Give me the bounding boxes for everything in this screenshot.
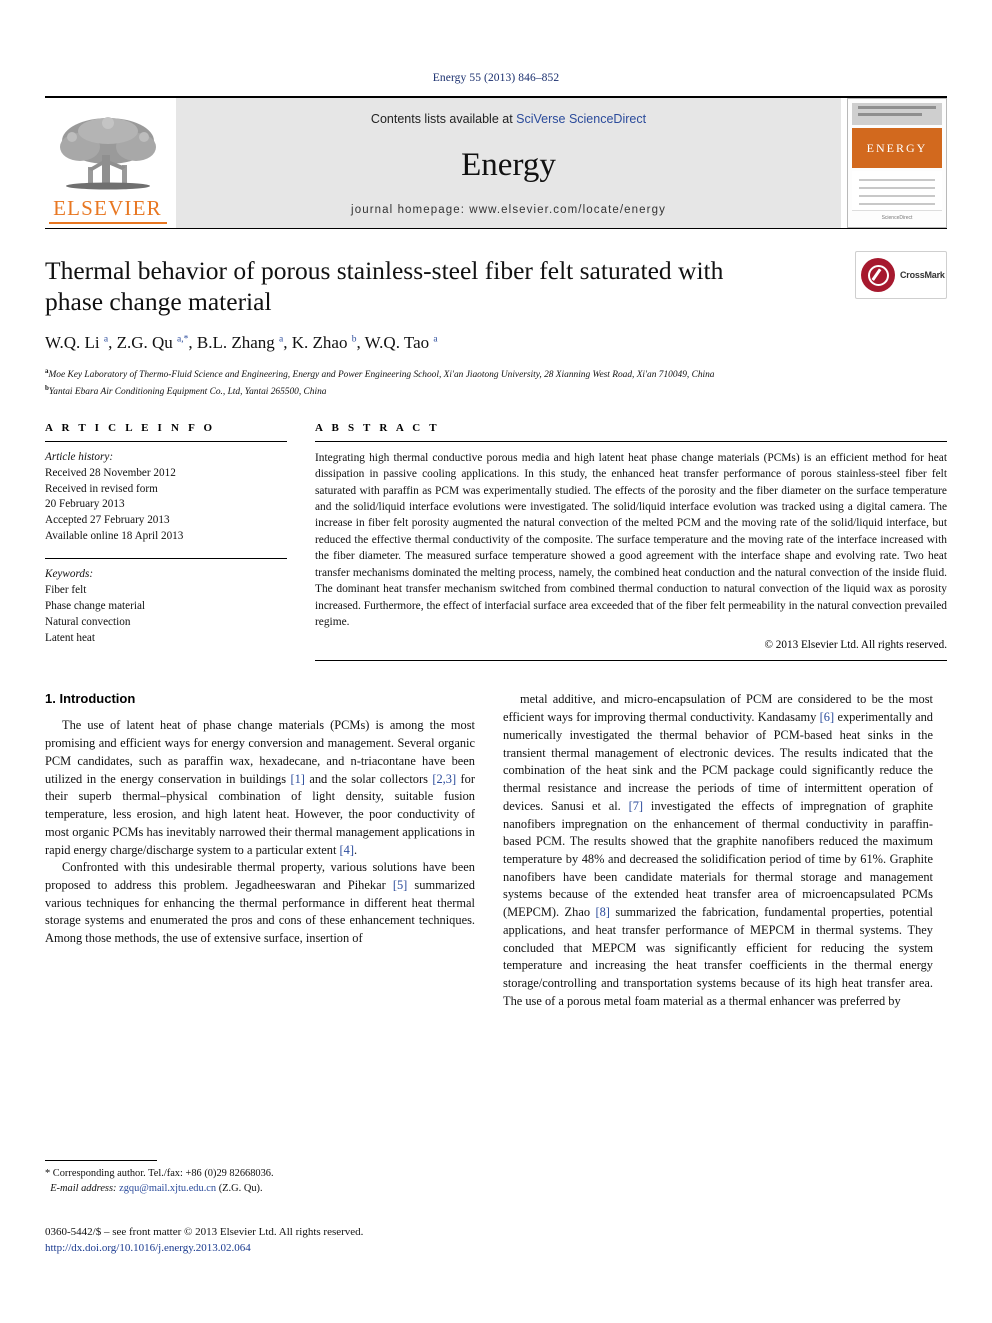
email-suffix: (Z.G. Qu). xyxy=(218,1183,263,1195)
keyword-item: Fiber felt xyxy=(45,584,87,597)
keywords-block: Keywords: Fiber felt Phase change materi… xyxy=(45,558,287,647)
history-item: Available online 18 April 2013 xyxy=(45,530,184,543)
sciencedirect-link[interactable]: SciVerse ScienceDirect xyxy=(516,112,646,126)
cover-image-area xyxy=(851,171,943,210)
journal-masthead: ELSEVIER Contents lists available at Sci… xyxy=(45,96,947,228)
keyword-item: Natural convection xyxy=(45,615,131,628)
elsevier-underline xyxy=(48,222,167,224)
article-history: Article history: Received 28 November 20… xyxy=(45,450,287,545)
affiliation-a: aMoe Key Laboratory of Thermo-Fluid Scie… xyxy=(45,367,715,381)
body-column-left: 1. Introduction The use of latent heat o… xyxy=(45,691,475,1010)
info-abstract-section: A R T I C L E I N F O Article history: R… xyxy=(45,422,947,662)
author-list: W.Q. Li a, Z.G. Qu a,*, B.L. Zhang a, K.… xyxy=(45,333,438,353)
journal-cover-thumbnail: ENERGY ScienceDirect xyxy=(847,98,947,228)
paper-page: Energy 55 (2013) 846–852 ELSEVIER Conten… xyxy=(0,0,992,1323)
body-column-right: metal additive, and micro-encapsulation … xyxy=(503,691,933,1010)
email-link[interactable]: zgqu@mail.xjtu.edu.cn xyxy=(119,1183,216,1194)
cover-footer: ScienceDirect xyxy=(851,210,943,224)
journal-band: Contents lists available at SciVerse Sci… xyxy=(176,98,841,228)
body-columns: 1. Introduction The use of latent heat o… xyxy=(45,691,947,1010)
keyword-item: Latent heat xyxy=(45,631,96,644)
article-history-label: Article history: xyxy=(45,450,114,463)
citation-ref[interactable]: [7] xyxy=(629,799,643,813)
keyword-item: Phase change material xyxy=(45,599,146,612)
citation-ref[interactable]: [5] xyxy=(393,878,407,892)
corresponding-author-note: * Corresponding author. Tel./fax: +86 (0… xyxy=(45,1168,274,1179)
affiliation-a-text: Moe Key Laboratory of Thermo-Fluid Scien… xyxy=(48,370,715,381)
page-title: Thermal behavior of porous stainless-ste… xyxy=(45,256,724,317)
paragraph: metal additive, and micro-encapsulation … xyxy=(503,692,934,1008)
abstract-rule: Integrating high thermal conductive poro… xyxy=(315,440,948,652)
citation-ref[interactable]: [1] xyxy=(290,772,304,786)
history-item: Received 28 November 2012 xyxy=(45,466,176,479)
doi-link[interactable]: http://dx.doi.org/10.1016/j.energy.2013.… xyxy=(45,1241,565,1257)
abstract-heading: A B S T R A C T xyxy=(315,421,440,434)
section-title-introduction: 1. Introduction xyxy=(45,691,136,707)
journal-title: Energy xyxy=(461,146,556,183)
running-head: Energy 55 (2013) 846–852 xyxy=(432,72,560,84)
footnote-rule xyxy=(45,1160,157,1161)
abstract-copyright: © 2013 Elsevier Ltd. All rights reserved… xyxy=(764,639,948,652)
affiliation-b-text: Yantai Ebara Air Conditioning Equipment … xyxy=(48,387,327,398)
crossmark-badge[interactable]: CrossMark xyxy=(855,251,947,299)
cover-header-block xyxy=(851,103,943,125)
affiliations: aMoe Key Laboratory of Thermo-Fluid Scie… xyxy=(45,366,947,400)
history-item: Accepted 27 February 2013 xyxy=(45,514,170,527)
title-block: CrossMark Thermal behavior of porous sta… xyxy=(45,251,947,400)
cover-title-band: ENERGY xyxy=(851,128,943,168)
masthead-bottom-rule xyxy=(45,228,947,229)
contents-prefix: Contents lists available at xyxy=(370,112,517,126)
history-item: Received in revised form xyxy=(45,482,158,495)
elsevier-logo: ELSEVIER xyxy=(45,98,170,228)
abstract-bottom-rule xyxy=(315,660,947,662)
citation-ref[interactable]: [4] xyxy=(340,843,354,857)
paragraph: Confronted with this undesirable thermal… xyxy=(45,860,475,946)
history-item: 20 February 2013 xyxy=(45,498,125,511)
contents-available-line: Contents lists available at SciVerse Sci… xyxy=(371,112,646,126)
email-label: E-mail address: xyxy=(50,1183,117,1195)
citation-ref[interactable]: [2,3] xyxy=(432,772,456,786)
keywords-label: Keywords: xyxy=(45,568,94,581)
cover-footer-text: ScienceDirect xyxy=(881,214,913,221)
issn-line: 0360-5442/$ – see front matter © 2013 El… xyxy=(45,1226,364,1238)
email-note: E-mail address: zgqu@mail.xjtu.edu.cn (Z… xyxy=(45,1181,475,1196)
abstract-text: Integrating high thermal conductive poro… xyxy=(315,451,947,628)
citation-ref[interactable]: [8] xyxy=(595,905,609,919)
article-info-rule: Article history: Received 28 November 20… xyxy=(45,440,287,545)
abstract-column: A B S T R A C T Integrating high thermal… xyxy=(315,422,947,662)
paragraph: The use of latent heat of phase change m… xyxy=(45,718,475,857)
elsevier-wordmark: ELSEVIER xyxy=(53,196,162,220)
crossmark-circle-icon xyxy=(861,258,895,292)
cover-title-text: ENERGY xyxy=(866,140,928,155)
issn-footer: 0360-5442/$ – see front matter © 2013 El… xyxy=(45,1225,565,1257)
citation-ref[interactable]: [6] xyxy=(820,710,834,724)
journal-homepage-line[interactable]: journal homepage: www.elsevier.com/locat… xyxy=(351,204,666,216)
elsevier-tree-icon xyxy=(59,117,156,190)
article-info-column: A R T I C L E I N F O Article history: R… xyxy=(45,422,287,662)
affiliation-b: bYantai Ebara Air Conditioning Equipment… xyxy=(45,383,327,398)
crossmark-label: CrossMark xyxy=(900,270,945,280)
footnote-area: * Corresponding author. Tel./fax: +86 (0… xyxy=(45,1160,475,1196)
article-info-heading: A R T I C L E I N F O xyxy=(45,421,216,434)
